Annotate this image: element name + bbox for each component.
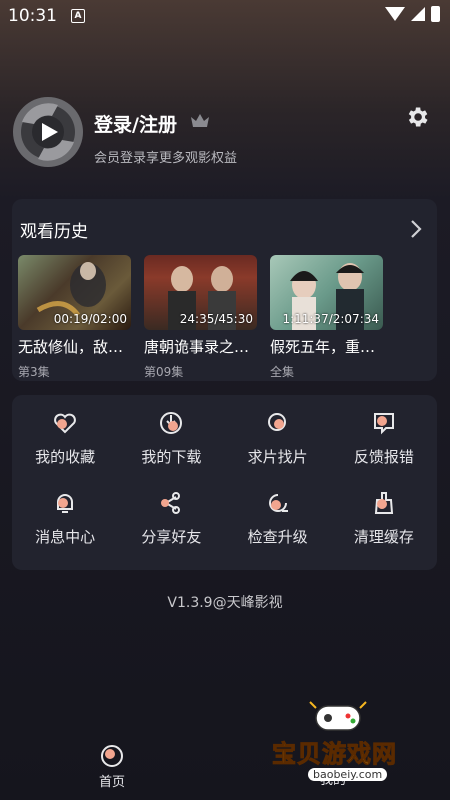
menu-item-messages[interactable]: 消息中心: [12, 489, 118, 547]
avatar-icon[interactable]: [12, 96, 84, 168]
menu-item-share[interactable]: 分享好友: [118, 489, 224, 547]
notification-icon: A: [71, 9, 85, 23]
gamepad-logo-icon: [309, 701, 367, 731]
menu-label: 消息中心: [35, 528, 96, 546]
watch-progress: 1:11:37/2:07:34: [282, 312, 379, 326]
login-subtitle: 会员登录享更多观影权益: [94, 151, 238, 166]
battery-icon: [431, 6, 440, 22]
watch-history-card: 观看历史 00:19/02:00 无敌修仙，敌… 第3集 24:35/45:30…: [12, 199, 437, 381]
menu-card: 我的收藏 我的下载 求片找片 反馈报错 消息中心 分享好友 检查升级 清理缓存: [12, 395, 437, 570]
feedback-icon: [373, 413, 394, 435]
history-item-title: 假死五年，重…: [270, 338, 376, 356]
menu-label: 分享好友: [141, 528, 202, 546]
menu-label: 我的收藏: [35, 448, 96, 466]
history-item[interactable]: 24:35/45:30 唐朝诡事录之… 第09集: [144, 255, 257, 380]
upgrade-icon: [268, 494, 288, 512]
menu-item-request[interactable]: 求片找片: [225, 409, 331, 467]
menu-label: 检查升级: [247, 528, 308, 546]
tab-home-label: 首页: [98, 775, 125, 790]
history-item[interactable]: 1:11:37/2:07:34 假死五年，重… 全集: [270, 255, 383, 380]
version-text: V1.3.9@天峰影视: [167, 595, 283, 611]
search-request-icon: [267, 413, 286, 431]
watermark: 宝贝游戏网 baobeiy.com: [260, 696, 420, 786]
menu-label: 清理缓存: [353, 528, 414, 546]
history-item-title: 唐朝诡事录之…: [144, 338, 250, 356]
menu-item-upgrade[interactable]: 检查升级: [225, 489, 331, 547]
menu-label: 求片找片: [247, 448, 308, 466]
tab-home[interactable]: 首页: [92, 743, 132, 790]
menu-item-downloads[interactable]: 我的下载: [118, 409, 224, 467]
chevron-right-icon[interactable]: [409, 219, 423, 239]
crown-icon: [191, 114, 209, 127]
watermark-text: 宝贝游戏网: [272, 740, 397, 769]
menu-grid: 我的收藏 我的下载 求片找片 反馈报错 消息中心 分享好友 检查升级 清理缓存: [12, 409, 437, 547]
menu-item-favorites[interactable]: 我的收藏: [12, 409, 118, 467]
gear-icon[interactable]: [404, 104, 430, 130]
menu-label: 我的下载: [141, 448, 202, 466]
history-item-episode: 第3集: [18, 365, 50, 379]
status-icons: [385, 6, 440, 22]
history-item-episode: 全集: [270, 365, 295, 379]
wifi-icon: [385, 7, 405, 21]
status-bar: 10:31 A: [0, 0, 450, 32]
broom-icon: [374, 492, 393, 514]
signal-icon: [411, 7, 425, 21]
share-icon: [161, 492, 181, 514]
bell-icon: [57, 494, 74, 513]
video-thumbnail[interactable]: 1:11:37/2:07:34: [270, 255, 383, 330]
profile-header: 登录/注册 会员登录享更多观影权益: [12, 96, 438, 168]
home-icon: [101, 745, 123, 767]
history-item-title: 无敌修仙，敌…: [18, 338, 124, 356]
watermark-url: baobeiy.com: [308, 768, 388, 781]
history-item[interactable]: 00:19/02:00 无敌修仙，敌… 第3集: [18, 255, 131, 380]
download-icon: [160, 412, 183, 434]
status-time: 10:31: [8, 6, 57, 26]
menu-item-clear-cache[interactable]: 清理缓存: [331, 489, 437, 547]
watch-progress: 24:35/45:30: [179, 312, 253, 326]
video-thumbnail[interactable]: 24:35/45:30: [144, 255, 257, 330]
login-register-link[interactable]: 登录/注册: [94, 110, 177, 137]
heart-icon: [54, 413, 76, 434]
history-title: 观看历史: [20, 222, 88, 242]
video-thumbnail[interactable]: 00:19/02:00: [18, 255, 131, 330]
history-item-episode: 第09集: [144, 365, 184, 379]
menu-item-feedback[interactable]: 反馈报错: [331, 409, 437, 467]
menu-label: 反馈报错: [353, 448, 414, 466]
history-list: 00:19/02:00 无敌修仙，敌… 第3集 24:35/45:30 唐朝诡事…: [18, 255, 383, 380]
watch-progress: 00:19/02:00: [53, 312, 127, 326]
